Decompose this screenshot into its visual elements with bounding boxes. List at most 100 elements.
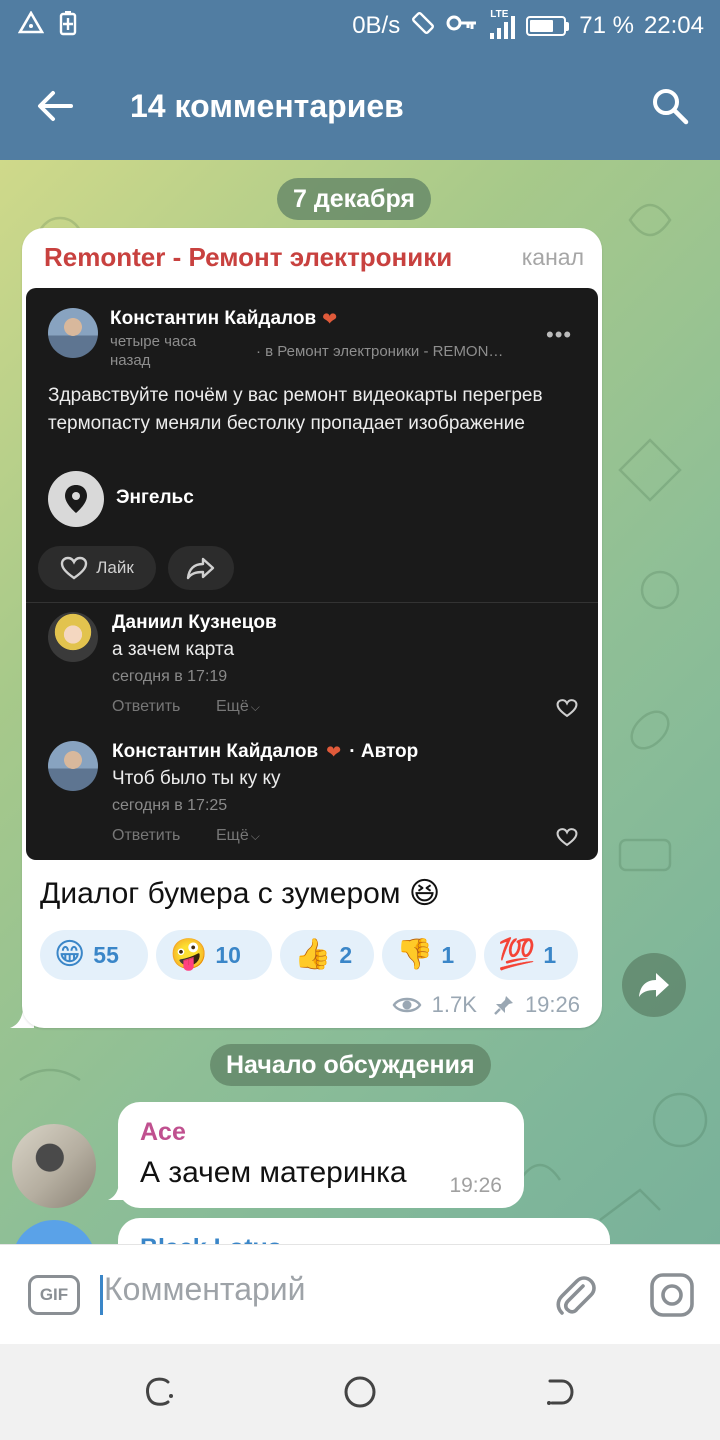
heart-badge-icon: ❤ (326, 741, 342, 762)
share-arrow-icon (186, 557, 215, 580)
reaction-chip[interactable]: 🤪 10 (156, 930, 272, 980)
home-circle-icon (344, 1376, 376, 1408)
reaction-count: 2 (339, 941, 353, 968)
post-caption: Диалог бумера с зумером 😆 (40, 877, 441, 910)
reaction-count: 55 (93, 941, 119, 968)
comment-author: Константин Кайдалов (112, 741, 319, 762)
message-bubble[interactable]: Ace А зачем материнка 19:26 (118, 1102, 524, 1208)
camera-button[interactable] (644, 1267, 700, 1323)
reply-label: Ответить (112, 827, 181, 844)
arrow-left-icon (38, 91, 73, 121)
paperclip-icon (556, 1276, 596, 1315)
channel-tag: канал (521, 244, 584, 270)
eye-icon (392, 997, 422, 1013)
chevron-down-icon: ⌵ (250, 828, 260, 843)
divider (26, 602, 598, 603)
more-icon: ••• (546, 322, 573, 347)
screenshot-group: · в Ремонт электроники - REMON… (256, 343, 504, 360)
reaction-emoji: 👎 (396, 938, 434, 971)
app-header: 14 комментариев (0, 52, 720, 160)
chat-area[interactable]: 7 декабря Remonter - Ремонт электроники … (0, 160, 720, 1244)
reaction-count: 1 (543, 941, 557, 968)
message-bubble[interactable]: Black Lotus (118, 1218, 610, 1244)
comment-text: а зачем карта (112, 639, 235, 660)
heart-icon (556, 828, 578, 847)
post-footer: 1.7K 19:26 (392, 992, 580, 1018)
battery-percent: 71 % (579, 12, 634, 39)
back-nav-button[interactable] (536, 1368, 584, 1416)
heart-icon (556, 699, 578, 718)
camera-icon (650, 1273, 694, 1317)
location-icon (48, 471, 104, 527)
views-count: 1.7K (431, 992, 477, 1017)
date-separator: 7 декабря (277, 178, 432, 220)
clock: 22:04 (643, 12, 704, 39)
like-button: Лайк (38, 546, 156, 590)
network-speed: 0B/s (352, 12, 401, 39)
reaction-emoji: 👍 (294, 938, 332, 971)
comment-text: Чтоб было ты ку ку (112, 768, 281, 789)
message-time: 19:26 (449, 1174, 502, 1197)
attach-button[interactable] (548, 1267, 604, 1323)
reaction-chip[interactable]: 👎 1 (382, 930, 476, 980)
home-button[interactable] (336, 1368, 384, 1416)
reaction-count: 10 (215, 941, 241, 968)
post-image[interactable]: Константин Кайдалов ❤ четыре часа назад … (26, 288, 598, 860)
avatar (48, 612, 98, 662)
gif-button[interactable]: GIF (28, 1275, 80, 1315)
system-nav-bar (0, 1344, 720, 1440)
channel-post[interactable]: Remonter - Ремонт электроники канал Конс… (22, 228, 602, 1028)
reaction-emoji: 🤪 (170, 938, 208, 971)
back-nav-icon (547, 1379, 574, 1405)
signal-icon: LTE (488, 9, 516, 41)
search-icon (653, 89, 689, 125)
post-time: 19:26 (524, 992, 580, 1017)
message-author[interactable]: Black Lotus (140, 1234, 282, 1244)
more-label: Ещё (216, 698, 249, 715)
reaction-emoji: 💯 (498, 938, 536, 971)
share-button[interactable] (622, 953, 686, 1017)
upload-triangle-icon (17, 9, 45, 42)
screenshot-author: Константин Кайдалов (110, 308, 317, 329)
reaction-chip[interactable]: 😁 55 (40, 930, 148, 980)
key-icon (446, 12, 478, 40)
reply-label: Ответить (112, 698, 181, 715)
comment-time: сегодня в 17:25 (112, 797, 228, 814)
reaction-chip[interactable]: 👍 2 (280, 930, 374, 980)
message-text: А зачем материнка (140, 1156, 407, 1189)
recent-apps-icon (146, 1377, 173, 1406)
battery-charging-icon (58, 10, 78, 43)
discussion-start-separator: Начало обсуждения (210, 1044, 491, 1086)
rotate-icon (410, 10, 436, 43)
share-arrow-icon (639, 973, 669, 997)
avatar[interactable] (12, 1124, 96, 1208)
text-cursor (100, 1275, 103, 1315)
message-author[interactable]: Ace (140, 1118, 186, 1147)
heart-badge-icon: ❤ (322, 308, 338, 329)
chevron-down-icon: ⌵ (250, 699, 260, 714)
avatar (48, 741, 98, 791)
like-label: Лайк (96, 558, 134, 577)
comment-author: Даниил Кузнецов (112, 612, 277, 633)
recent-apps-button[interactable] (136, 1368, 184, 1416)
screenshot-text: Здравствуйте почём у вас ремонт видеокар… (48, 385, 543, 434)
screenshot-time: четыре часа назад (110, 333, 197, 369)
back-button[interactable] (0, 52, 110, 160)
author-suffix: · Автор (349, 741, 419, 762)
status-bar: 0B/s LTE 71 % 22:04 (0, 0, 720, 52)
comment-input[interactable]: Комментарий (104, 1271, 306, 1308)
search-button[interactable] (620, 52, 720, 160)
location-label: Энгельс (116, 487, 194, 508)
channel-name[interactable]: Remonter - Ремонт электроники (44, 242, 452, 273)
comment-input-bar: GIF Комментарий (0, 1244, 720, 1344)
reactions-bar: 😁 55 🤪 10 👍 2 👎 1 💯 1 (40, 930, 578, 980)
reaction-count: 1 (441, 941, 455, 968)
avatar (48, 308, 98, 358)
page-title: 14 комментариев (130, 87, 404, 124)
reaction-chip[interactable]: 💯 1 (484, 930, 578, 980)
pin-icon (494, 996, 513, 1015)
more-label: Ещё (216, 827, 249, 844)
battery-icon (526, 16, 570, 36)
comment-time: сегодня в 17:19 (112, 668, 228, 685)
reaction-emoji: 😁 (54, 938, 86, 971)
